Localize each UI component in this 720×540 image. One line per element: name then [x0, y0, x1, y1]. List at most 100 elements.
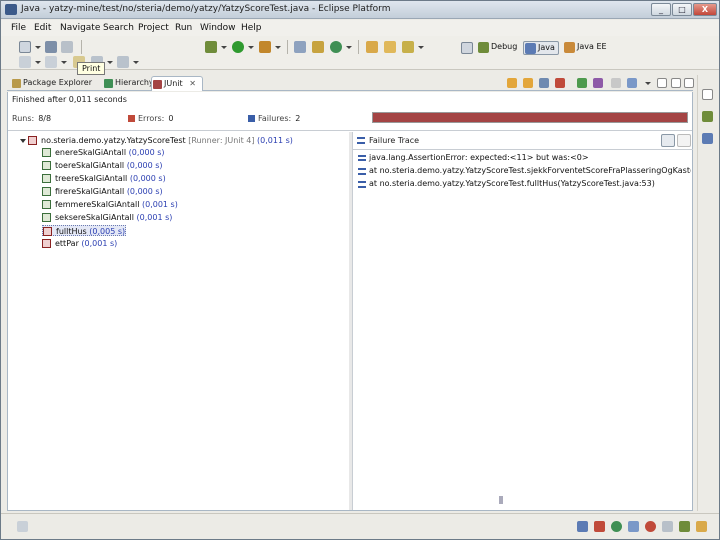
menu-navigate[interactable]: Navigate — [60, 23, 100, 33]
task-list-view-icon[interactable] — [702, 133, 713, 144]
horizontal-scroll-thumb[interactable] — [499, 496, 503, 504]
tab-hierarchy-label: Hierarchy — [115, 78, 154, 87]
print-icon[interactable] — [61, 41, 73, 53]
error-icon — [128, 115, 135, 122]
test-time: (0,000 s) — [126, 187, 163, 196]
maximize-view-icon[interactable] — [684, 78, 694, 88]
expand-collapse-icon[interactable] — [20, 139, 26, 143]
minimize-button[interactable]: _ — [651, 3, 671, 16]
run-dropdown-icon[interactable] — [248, 46, 254, 49]
menu-edit[interactable]: Edit — [34, 23, 51, 33]
new-package-icon[interactable] — [312, 41, 324, 53]
window-title: Java - yatzy-mine/test/no/steria/demo/ya… — [21, 4, 391, 14]
menu-window[interactable]: Window — [200, 23, 236, 33]
filter-stack-trace-button[interactable] — [661, 134, 675, 147]
minimize-view-icon[interactable] — [671, 78, 681, 88]
perspective-java[interactable]: Java — [523, 41, 559, 55]
search-icon[interactable] — [402, 41, 414, 53]
test-run-history-icon[interactable] — [627, 78, 637, 88]
new-class-icon[interactable] — [330, 41, 342, 53]
progress-view-icon[interactable] — [679, 521, 690, 532]
root-time: (0,011 s) — [257, 136, 293, 145]
tab-package-explorer[interactable]: Package Explorer — [11, 76, 92, 91]
toggle-annotation-icon[interactable] — [19, 56, 31, 68]
menu-run[interactable]: Run — [175, 23, 192, 33]
close-button[interactable]: X — [693, 3, 717, 16]
servers-view-icon[interactable] — [662, 521, 673, 532]
debug-dropdown-icon[interactable] — [221, 46, 227, 49]
error-log-view-icon[interactable] — [645, 521, 656, 532]
maximize-button[interactable]: □ — [672, 3, 692, 16]
show-failures-only-icon[interactable] — [539, 78, 549, 88]
search-dropdown-icon[interactable] — [418, 46, 424, 49]
tree-root-node[interactable]: no.steria.demo.yatzy.YatzyScoreTest [Run… — [28, 135, 293, 146]
menu-project[interactable]: Project — [138, 23, 169, 33]
scroll-lock-icon[interactable] — [555, 78, 565, 88]
save-icon[interactable] — [45, 41, 57, 53]
forward-icon[interactable] — [117, 56, 129, 68]
menu-file[interactable]: File — [11, 23, 26, 33]
external-tools-dropdown-icon[interactable] — [275, 46, 281, 49]
test-node[interactable]: seksereSkalGiAntall (0,001 s) — [42, 212, 172, 223]
failures-counter: Failures: 2 — [248, 114, 300, 123]
compare-result-button[interactable] — [677, 134, 691, 147]
new-java-project-icon[interactable] — [294, 41, 306, 53]
annotation-dropdown-icon[interactable] — [35, 61, 41, 64]
run-icon[interactable] — [232, 41, 244, 53]
test-node[interactable]: toereSkalGiAntall (0,000 s) — [42, 160, 163, 171]
open-perspective-icon[interactable] — [461, 42, 473, 54]
menu-help[interactable]: Help — [241, 23, 262, 33]
outline-view-icon[interactable] — [702, 111, 713, 122]
rerun-failed-first-icon[interactable] — [593, 78, 603, 88]
tab-hierarchy[interactable]: Hierarchy — [103, 76, 154, 91]
open-task-icon[interactable] — [384, 41, 396, 53]
new-dropdown-icon[interactable] — [35, 46, 41, 49]
test-tree[interactable]: no.steria.demo.yatzy.YatzyScoreTest [Run… — [8, 132, 348, 510]
problems-view-icon[interactable] — [577, 521, 588, 532]
back-dropdown-icon[interactable] — [107, 61, 113, 64]
stop-test-run-icon[interactable] — [611, 78, 621, 88]
perspective-java-ee[interactable]: Java EE — [563, 41, 607, 55]
next-failure-icon[interactable] — [507, 78, 517, 88]
next-annotation-icon[interactable] — [45, 56, 57, 68]
stack-frame-icon — [358, 181, 366, 188]
close-tab-icon[interactable]: ✕ — [189, 79, 196, 88]
trace-line[interactable]: at no.steria.demo.yatzy.YatzyScoreTest.f… — [357, 178, 691, 190]
javadoc-view-icon[interactable] — [594, 521, 605, 532]
previous-failure-icon[interactable] — [523, 78, 533, 88]
new-class-dropdown-icon[interactable] — [346, 46, 352, 49]
java-ee-perspective-icon — [564, 42, 575, 53]
search-view-icon[interactable] — [696, 521, 707, 532]
package-explorer-icon — [12, 79, 21, 88]
perspective-debug[interactable]: Debug — [477, 41, 517, 55]
test-node[interactable]: treereSkalGiAntall (0,000 s) — [42, 173, 166, 184]
test-node[interactable]: femmereSkalGiAntall (0,001 s) — [42, 199, 178, 210]
rerun-test-icon[interactable] — [577, 78, 587, 88]
trace-line[interactable]: at no.steria.demo.yatzy.YatzyScoreTest.s… — [357, 165, 691, 177]
fast-view-icon[interactable] — [17, 521, 28, 532]
test-name: treereSkalGiAntall — [55, 174, 128, 183]
test-name: femmereSkalGiAntall — [55, 200, 140, 209]
test-node[interactable]: firereSkalGiAntall (0,000 s) — [42, 186, 163, 197]
test-node-selected[interactable]: fulltHus (0,005 s) — [42, 225, 127, 236]
test-node[interactable]: ettPar (0,001 s) — [42, 238, 117, 249]
junit-view: Finished after 0,011 seconds Runs: 8/8 Er… — [7, 92, 693, 511]
open-type-icon[interactable] — [366, 41, 378, 53]
toolbar-separator — [287, 40, 288, 54]
test-passed-icon — [42, 174, 51, 183]
menu-search[interactable]: Search — [103, 23, 134, 33]
forward-dropdown-icon[interactable] — [133, 61, 139, 64]
debug-run-icon[interactable] — [205, 41, 217, 53]
view-tab-bar: Package Explorer Hierarchy JUnit ✕ — [7, 75, 693, 91]
restore-icon[interactable] — [702, 89, 713, 100]
trace-line[interactable]: java.lang.AssertionError: expected:<11> … — [357, 152, 691, 164]
tab-junit[interactable]: JUnit ✕ — [151, 76, 203, 91]
declaration-view-icon[interactable] — [611, 521, 622, 532]
console-view-icon[interactable] — [628, 521, 639, 532]
history-dropdown-icon[interactable] — [645, 82, 651, 85]
view-menu-icon[interactable] — [657, 78, 667, 88]
test-node[interactable]: enereSkalGiAntall (0,000 s) — [42, 147, 165, 158]
new-icon[interactable] — [19, 41, 31, 53]
next-annotation-dropdown-icon[interactable] — [61, 61, 67, 64]
external-tools-icon[interactable] — [259, 41, 271, 53]
